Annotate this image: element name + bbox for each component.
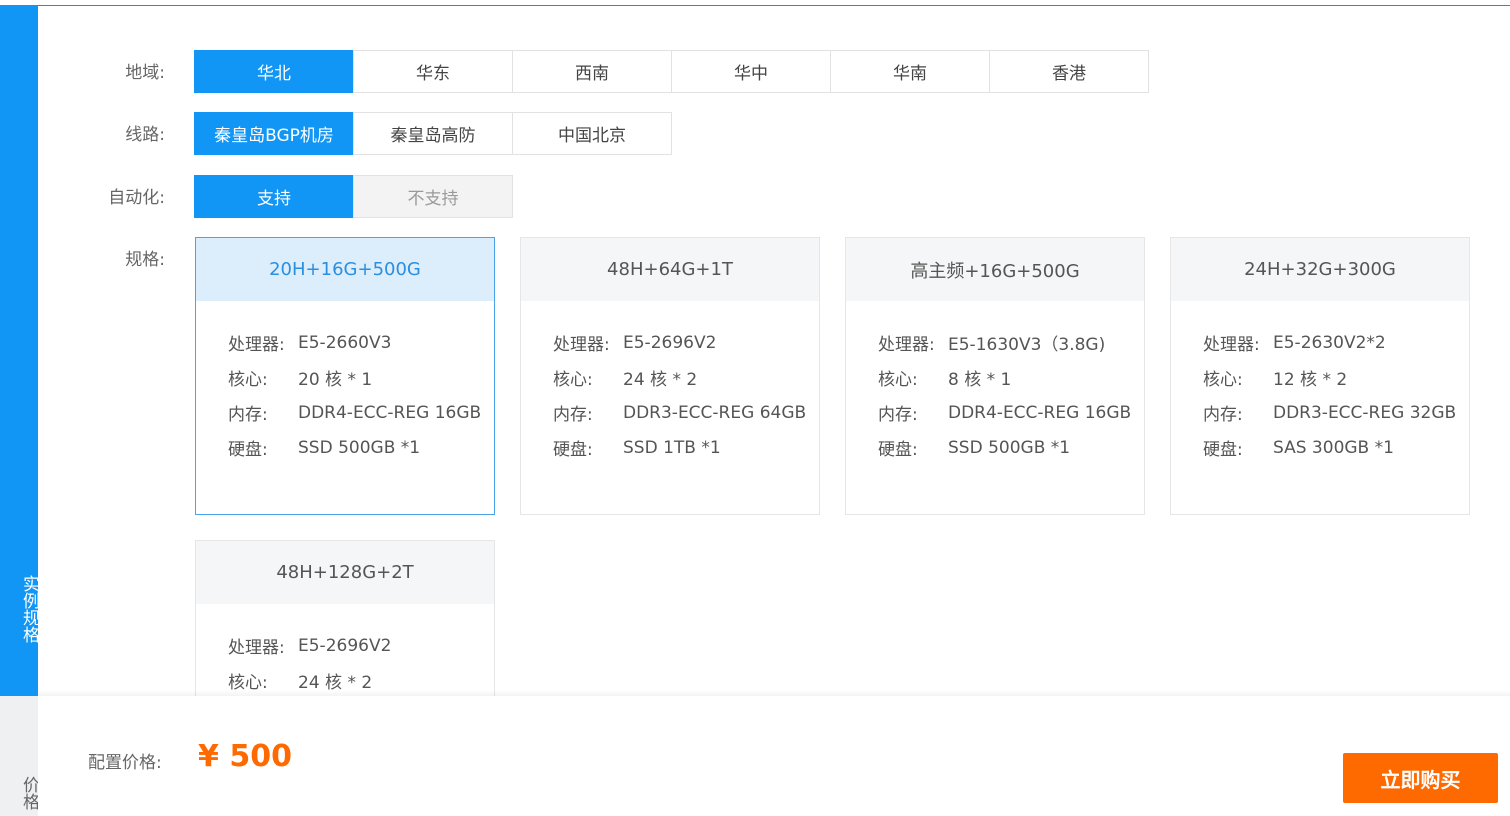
spec-cpu-value: E5-2696V2 — [298, 635, 392, 656]
spec-card[interactable]: 24H+32G+300G 处理器: E5-2630V2*2 核心: 12 核 * 2… — [1170, 237, 1470, 515]
spec-cpu-key: 处理器: — [228, 335, 285, 355]
spec-card[interactable]: 48H+64G+1T 处理器: E5-2696V2 核心: 24 核 * 2 内存:… — [520, 237, 820, 515]
spec-card-title: 20H+16G+500G — [196, 238, 494, 301]
spec-cpu-row: 处理器: E5-2660V3 — [228, 325, 494, 360]
spec-card-title: 48H+128G+2T — [196, 541, 494, 604]
spec-cores-row: 核心: 24 核 * 2 — [553, 360, 819, 395]
spec-cpu-row: 处理器: E5-2696V2 — [228, 628, 494, 663]
spec-disk-row: 硬盘: SSD 1TB *1 — [553, 430, 819, 465]
spec-disk-value: SSD 1TB *1 — [623, 437, 721, 458]
region-option-huabei[interactable]: 华北 — [194, 50, 354, 93]
spec-cpu-key: 处理器: — [553, 335, 610, 355]
price-value: ¥ 500 — [198, 739, 292, 774]
line-option-ddos[interactable]: 秦皇岛高防 — [353, 112, 513, 155]
spec-card[interactable]: 高主频+16G+500G 处理器: E5-1630V3（3.8G) 核心: 8 核 … — [845, 237, 1145, 515]
spec-memory-row: 内存: DDR3-ECC-REG 64GB — [553, 395, 819, 430]
side-tab-price: 价格 — [0, 696, 39, 816]
side-tab-spec-label: 实例规格 — [19, 575, 39, 643]
spec-disk-key: 硬盘: — [1203, 440, 1243, 460]
spec-cpu-row: 处理器: E5-2630V2*2 — [1203, 325, 1469, 360]
spec-card-title: 48H+64G+1T — [521, 238, 819, 301]
region-option-xinan[interactable]: 西南 — [512, 50, 672, 93]
automation-options: 支持 不支持 — [194, 175, 513, 218]
top-divider — [38, 5, 1510, 6]
spec-cores-key: 核心: — [553, 370, 593, 390]
spec-memory-row: 内存: DDR4-ECC-REG 16GB — [878, 395, 1144, 430]
spec-cpu-row: 处理器: E5-2696V2 — [553, 325, 819, 360]
spec-disk-row: 硬盘: SSD 500GB *1 — [228, 430, 494, 465]
spec-disk-value: SAS 300GB *1 — [1273, 437, 1394, 458]
spec-cpu-value: E5-1630V3（3.8G) — [948, 335, 1106, 355]
spec-label: 规格: — [125, 250, 165, 270]
spec-cores-row: 核心: 20 核 * 1 — [228, 360, 494, 395]
spec-memory-key: 内存: — [553, 405, 593, 425]
line-label: 线路: — [125, 125, 165, 145]
region-option-huanan[interactable]: 华南 — [830, 50, 990, 93]
spec-card-details: 处理器: E5-2630V2*2 核心: 12 核 * 2 内存: DDR3-ECC-… — [1171, 301, 1469, 465]
spec-cores-value: 20 核 * 1 — [298, 370, 373, 390]
spec-card-details: 处理器: E5-2696V2 核心: 24 核 * 2 内存: DDR3-ECC-RE… — [521, 301, 819, 465]
automation-label: 自动化: — [108, 188, 165, 208]
buy-now-button[interactable]: 立即购买 — [1343, 753, 1498, 803]
spec-card-details: 处理器: E5-1630V3（3.8G) 核心: 8 核 * 1 内存: DDR4-E… — [846, 301, 1144, 465]
spec-cores-value: 24 核 * 2 — [623, 370, 698, 390]
spec-cpu-row: 处理器: E5-1630V3（3.8G) — [878, 325, 1144, 360]
spec-cores-key: 核心: — [878, 370, 918, 390]
price-bar: 配置价格: ¥ 500 立即购买 — [38, 696, 1510, 816]
spec-cores-row: 核心: 12 核 * 2 — [1203, 360, 1469, 395]
region-option-huazhong[interactable]: 华中 — [671, 50, 831, 93]
spec-memory-key: 内存: — [1203, 405, 1243, 425]
spec-disk-value: SSD 500GB *1 — [298, 437, 421, 458]
spec-card[interactable]: 20H+16G+500G 处理器: E5-2660V3 核心: 20 核 * 1 内… — [195, 237, 495, 515]
side-tab-price-label: 价格 — [19, 776, 39, 810]
spec-card-details: 处理器: E5-2696V2 核心: 24 核 * 2 — [196, 604, 494, 698]
line-option-beijing[interactable]: 中国北京 — [512, 112, 672, 155]
line-option-bgp[interactable]: 秦皇岛BGP机房 — [194, 112, 354, 155]
spec-memory-row: 内存: DDR3-ECC-REG 32GB — [1203, 395, 1469, 430]
spec-cpu-key: 处理器: — [228, 638, 285, 658]
automation-option-no[interactable]: 不支持 — [353, 175, 513, 218]
spec-card-title: 24H+32G+300G — [1171, 238, 1469, 301]
spec-memory-key: 内存: — [228, 405, 268, 425]
spec-disk-key: 硬盘: — [878, 440, 918, 460]
spec-cpu-key: 处理器: — [1203, 335, 1260, 355]
spec-memory-value: DDR4-ECC-REG 16GB — [298, 402, 482, 423]
line-options: 秦皇岛BGP机房 秦皇岛高防 中国北京 — [194, 112, 672, 155]
spec-cpu-value: E5-2660V3 — [298, 332, 392, 353]
spec-cpu-value: E5-2630V2*2 — [1273, 332, 1386, 353]
region-label: 地域: — [125, 63, 165, 83]
spec-disk-key: 硬盘: — [553, 440, 593, 460]
spec-card-title: 高主频+16G+500G — [846, 238, 1144, 301]
spec-memory-value: DDR3-ECC-REG 32GB — [1273, 402, 1457, 423]
spec-disk-key: 硬盘: — [228, 440, 268, 460]
spec-card-details: 处理器: E5-2660V3 核心: 20 核 * 1 内存: DDR4-ECC-RE… — [196, 301, 494, 465]
spec-disk-row: 硬盘: SAS 300GB *1 — [1203, 430, 1469, 465]
automation-option-yes[interactable]: 支持 — [194, 175, 354, 218]
spec-disk-value: SSD 500GB *1 — [948, 437, 1071, 458]
spec-cores-value: 12 核 * 2 — [1273, 370, 1348, 390]
spec-memory-value: DDR4-ECC-REG 16GB — [948, 402, 1132, 423]
spec-cpu-key: 处理器: — [878, 335, 935, 355]
region-options: 华北 华东 西南 华中 华南 香港 — [194, 50, 1149, 93]
side-tab-spec: 实例规格 — [0, 5, 39, 696]
spec-disk-row: 硬盘: SSD 500GB *1 — [878, 430, 1144, 465]
price-label: 配置价格: — [88, 753, 162, 773]
region-option-huadong[interactable]: 华东 — [353, 50, 513, 93]
spec-cores-row: 核心: 8 核 * 1 — [878, 360, 1144, 395]
spec-cpu-value: E5-2696V2 — [623, 332, 717, 353]
region-option-hongkong[interactable]: 香港 — [989, 50, 1149, 93]
spec-memory-key: 内存: — [878, 405, 918, 425]
spec-cores-key: 核心: — [1203, 370, 1243, 390]
spec-cores-key: 核心: — [228, 370, 268, 390]
spec-memory-row: 内存: DDR4-ECC-REG 16GB — [228, 395, 494, 430]
spec-memory-value: DDR3-ECC-REG 64GB — [623, 402, 807, 423]
spec-cores-value: 8 核 * 1 — [948, 370, 1012, 390]
